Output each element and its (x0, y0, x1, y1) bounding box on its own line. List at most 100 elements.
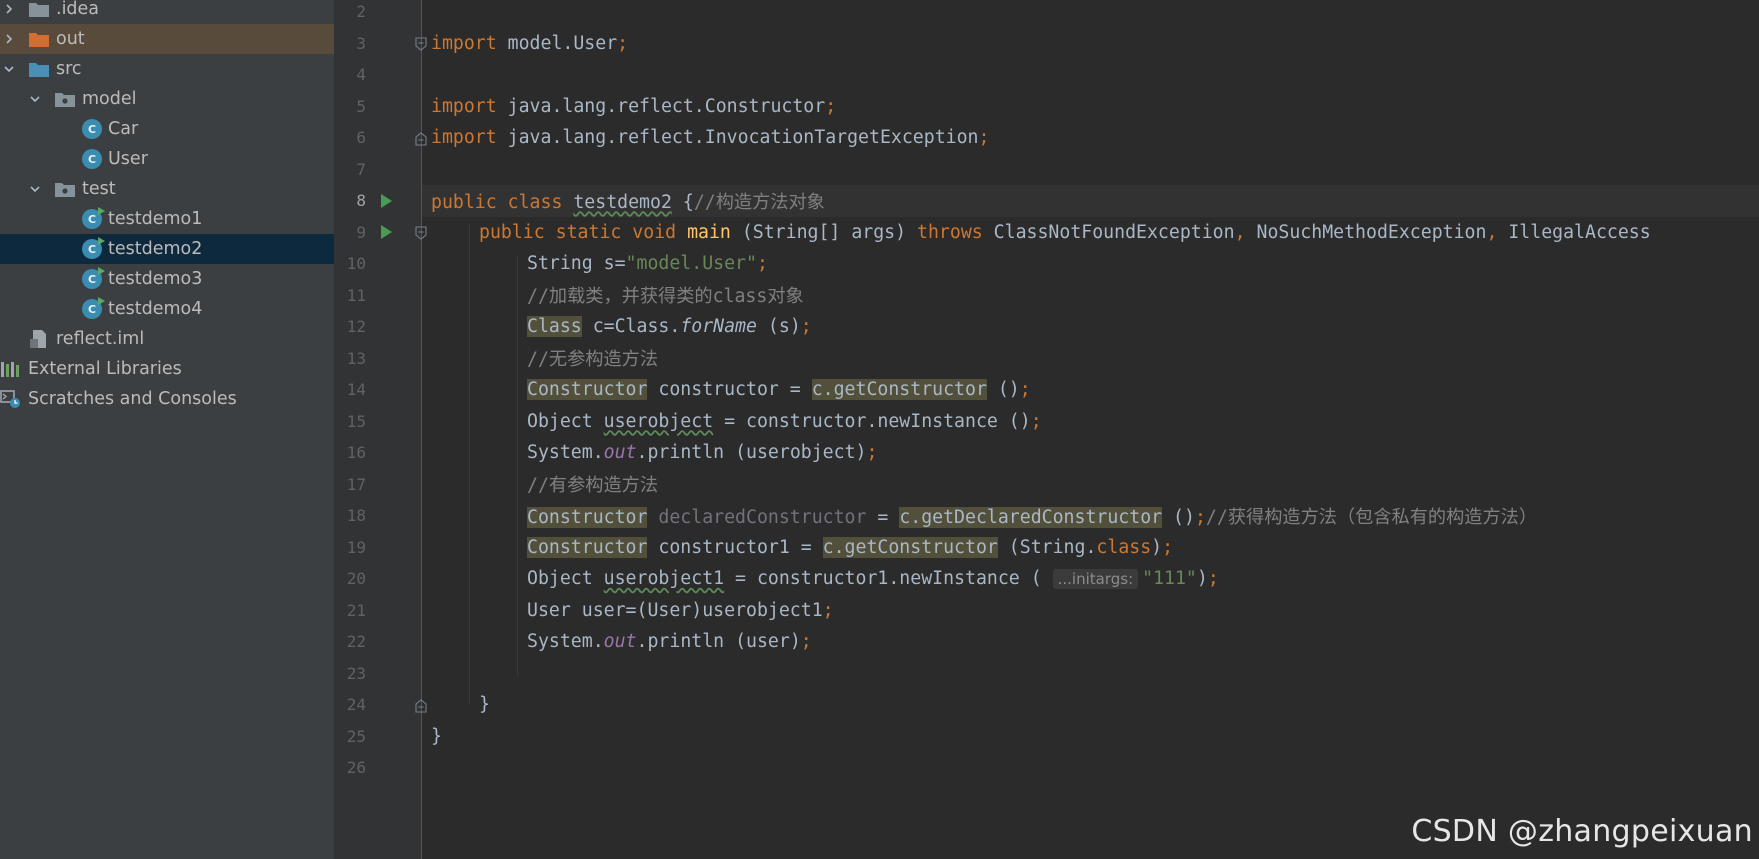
line-number: 16 (346, 443, 366, 463)
line-number: 22 (346, 632, 366, 652)
code-line[interactable]: 14 Constructor constructor = c.getConstr… (334, 374, 1759, 406)
line-number: 7 (356, 159, 366, 179)
module-file-icon (28, 329, 50, 349)
fold-marker-icon[interactable] (415, 225, 427, 240)
line-number: 14 (346, 380, 366, 400)
tree-item-label: src (56, 59, 82, 79)
project-tree[interactable]: .idea out src model C Car C User test C … (0, 0, 334, 859)
code-text: Constructor constructor = c.getConstruct… (527, 379, 1031, 401)
tree-item-label: test (82, 179, 116, 199)
package-icon (54, 179, 76, 199)
line-number: 26 (346, 758, 366, 778)
code-line[interactable]: 6 import java.lang.reflect.InvocationTar… (334, 122, 1759, 154)
code-line[interactable]: 2 (334, 0, 1759, 28)
line-number: 21 (346, 600, 366, 620)
tree-item-testdemo2[interactable]: C testdemo2 (0, 234, 334, 264)
code-line[interactable]: 23 (334, 658, 1759, 690)
code-line[interactable]: 15 Object userobject = constructor.newIn… (334, 406, 1759, 438)
code-line[interactable]: 25 } (334, 721, 1759, 753)
code-line[interactable]: 20 Object userobject1 = constructor1.new… (334, 563, 1759, 595)
chevron-right-icon[interactable] (2, 2, 16, 16)
watermark: CSDN @zhangpeixuan (1411, 814, 1753, 849)
tree-item-src[interactable]: src (0, 54, 334, 84)
line-number: 10 (346, 254, 366, 274)
tree-item-reflect-iml[interactable]: reflect.iml (0, 324, 334, 354)
code-line-current[interactable]: 8 public class testdemo2 {//构造方法对象 (334, 185, 1759, 217)
code-text: Class c=Class.forName (s); (527, 316, 812, 338)
tree-item-label: testdemo2 (108, 239, 203, 259)
code-line[interactable]: 10 String s="model.User"; (334, 248, 1759, 280)
line-number: 5 (356, 96, 366, 116)
tree-item-user[interactable]: C User (0, 144, 334, 174)
chevron-down-icon[interactable] (28, 182, 42, 196)
fold-marker-icon[interactable] (415, 698, 427, 713)
code-line[interactable]: 4 (334, 59, 1759, 91)
code-line[interactable]: 11 //加载类，并获得类的class对象 (334, 280, 1759, 312)
scratches-icon (0, 389, 22, 409)
code-line[interactable]: 3 import model.User; (334, 28, 1759, 60)
tree-item-out[interactable]: out (0, 24, 334, 54)
tree-item-testdemo3[interactable]: C testdemo3 (0, 264, 334, 294)
class-icon: C (82, 149, 102, 169)
code-line[interactable]: 21 User user=(User)userobject1; (334, 595, 1759, 627)
code-line[interactable]: 16 System.out.println (userobject); (334, 437, 1759, 469)
tree-item-label: out (56, 29, 85, 49)
line-number: 20 (346, 569, 366, 589)
code-text: import java.lang.reflect.InvocationTarge… (431, 127, 990, 149)
runnable-class-icon: C (82, 237, 105, 259)
tree-item-label: Car (108, 119, 139, 139)
code-text: System.out.println (userobject); (527, 442, 878, 464)
code-text: Object userobject1 = constructor1.newIns… (527, 568, 1219, 590)
run-gutter-icon[interactable] (381, 193, 392, 208)
tree-item-testdemo4[interactable]: C testdemo4 (0, 294, 334, 324)
code-text: } (479, 694, 490, 716)
tree-item-testdemo1[interactable]: C testdemo1 (0, 204, 334, 234)
code-line[interactable]: 12 Class c=Class.forName (s); (334, 311, 1759, 343)
code-line[interactable]: 17 //有参构造方法 (334, 469, 1759, 501)
tree-item-label: testdemo4 (108, 299, 203, 319)
folder-icon (28, 0, 50, 19)
code-text: //无参构造方法 (527, 349, 659, 371)
code-line[interactable]: 7 (334, 154, 1759, 186)
code-line[interactable]: 5 import java.lang.reflect.Constructor; (334, 91, 1759, 123)
code-text: //有参构造方法 (527, 475, 659, 497)
code-line[interactable]: 19 Constructor constructor1 = c.getConst… (334, 532, 1759, 564)
tree-item-external-libraries[interactable]: External Libraries (0, 354, 334, 384)
fold-marker-icon[interactable] (415, 131, 427, 146)
tree-item-model[interactable]: model (0, 84, 334, 114)
code-line[interactable]: 13 //无参构造方法 (334, 343, 1759, 375)
runnable-class-icon: C (82, 207, 105, 229)
line-number: 11 (346, 285, 366, 305)
tree-item-label: Scratches and Consoles (28, 389, 237, 409)
code-line[interactable]: 18 Constructor declaredConstructor = c.g… (334, 500, 1759, 532)
line-number: 17 (346, 474, 366, 494)
tree-item-label: testdemo1 (108, 209, 203, 229)
fold-marker-icon[interactable] (415, 36, 427, 51)
chevron-down-icon[interactable] (2, 62, 16, 76)
run-gutter-icon[interactable] (381, 225, 392, 240)
line-number: 15 (346, 411, 366, 431)
code-line[interactable]: 26 (334, 752, 1759, 784)
line-number: 9 (356, 222, 366, 242)
line-number: 3 (356, 33, 366, 53)
tree-item-label: model (82, 89, 137, 109)
tree-item-label: reflect.iml (56, 329, 145, 349)
line-number: 23 (346, 663, 366, 683)
tree-item-label: .idea (56, 0, 100, 19)
tree-item-car[interactable]: C Car (0, 114, 334, 144)
code-text: public class testdemo2 {//构造方法对象 (431, 191, 825, 213)
code-line[interactable]: 24 } (334, 689, 1759, 721)
code-line[interactable]: 9 public static void main (String[] args… (334, 217, 1759, 249)
code-text: Object userobject = constructor.newInsta… (527, 410, 1042, 432)
tree-item-idea[interactable]: .idea (0, 0, 334, 24)
tree-item-label: External Libraries (28, 359, 182, 379)
chevron-right-icon[interactable] (2, 32, 16, 46)
code-line[interactable]: 22 System.out.println (user); (334, 626, 1759, 658)
chevron-down-icon[interactable] (28, 92, 42, 106)
tree-item-label: User (108, 149, 148, 169)
tree-item-test[interactable]: test (0, 174, 334, 204)
tree-item-scratches[interactable]: Scratches and Consoles (0, 384, 334, 414)
ide-window: .idea out src model C Car C User test C … (0, 0, 1759, 859)
line-number: 2 (356, 2, 366, 22)
code-editor[interactable]: 2 3 import model.User; 4 5 import java.l… (334, 0, 1759, 859)
